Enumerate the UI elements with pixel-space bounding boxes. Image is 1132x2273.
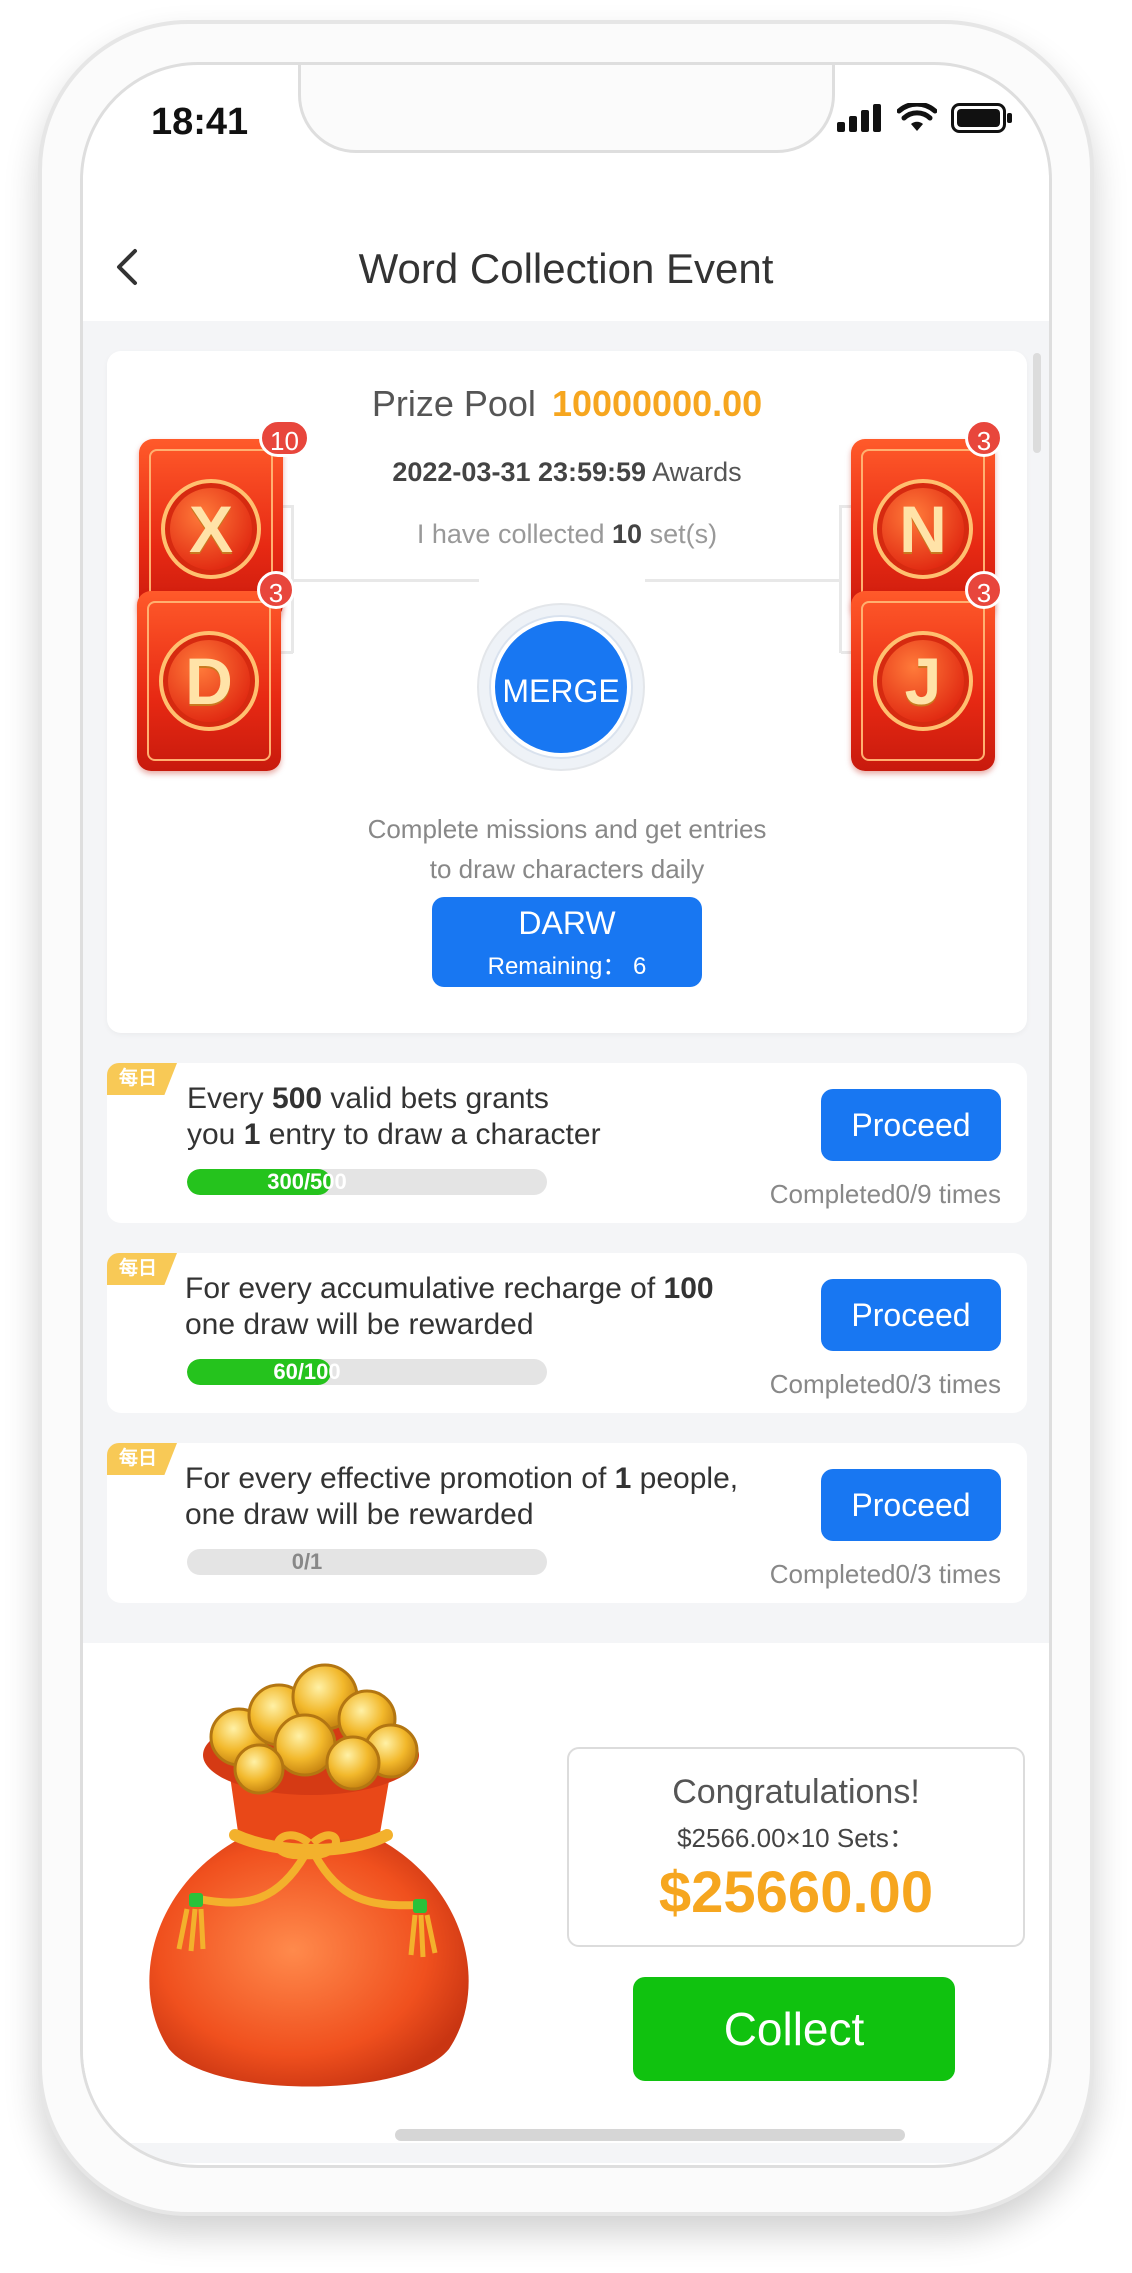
card-count-badge: 3 bbox=[965, 419, 1003, 457]
page-title: Word Collection Event bbox=[358, 245, 774, 292]
proceed-button[interactable]: Proceed bbox=[821, 1469, 1001, 1541]
status-icons bbox=[837, 103, 1013, 133]
card-letter: X bbox=[188, 492, 234, 566]
task-card: 每日 Every 500 valid bets grants you 1 ent… bbox=[107, 1063, 1027, 1223]
word-card-j[interactable]: J bbox=[851, 591, 995, 771]
notch bbox=[298, 65, 835, 153]
progress-bar: 60/100 bbox=[187, 1359, 547, 1385]
merge-button[interactable]: MERGE bbox=[491, 617, 631, 757]
task-text: valid bets grants bbox=[322, 1082, 549, 1115]
card-letter: J bbox=[904, 644, 942, 718]
proceed-button[interactable]: Proceed bbox=[821, 1089, 1001, 1161]
draw-button-label: DARW bbox=[518, 905, 616, 941]
prize-pool-value: 10000000.00 bbox=[551, 383, 763, 424]
task-text: Every bbox=[187, 1082, 273, 1115]
award-label: Awards bbox=[652, 457, 742, 487]
card-count-badge: 3 bbox=[965, 571, 1003, 609]
prize-card: Prize Pool 10000000.00 2022-03-31 23:59:… bbox=[107, 351, 1027, 1033]
congrats-sets: $2566.00×10 Sets： bbox=[677, 1823, 915, 1853]
draw-remaining-label: Remaining： bbox=[487, 953, 627, 980]
task-text: For every effective promotion of bbox=[185, 1462, 615, 1495]
task-number: 1 bbox=[614, 1462, 632, 1495]
task-card: 每日 For every effective promotion of 1 pe… bbox=[107, 1443, 1027, 1603]
task-number: 1 bbox=[243, 1118, 261, 1151]
prize-pool-label: Prize Pool bbox=[371, 383, 536, 424]
word-card-d[interactable]: D bbox=[137, 591, 281, 771]
mission-hint: Complete missions and get entries to dra… bbox=[107, 809, 1027, 889]
draw-remaining-count: 6 bbox=[633, 953, 647, 980]
task-description: For every accumulative recharge of 100 o… bbox=[185, 1271, 825, 1343]
prize-pool: Prize Pool 10000000.00 bbox=[107, 383, 1027, 425]
collected-suffix: set(s) bbox=[649, 519, 718, 549]
card-letter: N bbox=[899, 492, 947, 566]
task-text: one draw will be rewarded bbox=[185, 1498, 534, 1531]
task-card: 每日 For every accumulative recharge of 10… bbox=[107, 1253, 1027, 1413]
progress-bar: 300/500 bbox=[187, 1169, 547, 1195]
progress-label: 60/100 bbox=[273, 1359, 341, 1384]
collected-count: 10 bbox=[612, 519, 643, 549]
collected-prefix: I have collected bbox=[416, 519, 605, 549]
congrats-title: Congratulations! bbox=[672, 1773, 920, 1811]
money-bag-icon bbox=[149, 1663, 469, 2087]
task-text: one draw will be rewarded bbox=[185, 1308, 534, 1341]
draw-button[interactable]: DARW Remaining： 6 bbox=[432, 897, 702, 987]
progress-bar: 0/1 bbox=[187, 1549, 547, 1575]
status-time: 18:41 bbox=[151, 101, 249, 143]
scrollbar[interactable] bbox=[1033, 353, 1041, 453]
mission-hint-line: to draw characters daily bbox=[429, 854, 705, 884]
daily-tag: 每日 bbox=[107, 1443, 177, 1475]
connector-left-mid bbox=[293, 579, 479, 582]
home-indicator[interactable] bbox=[395, 2129, 905, 2141]
proceed-button[interactable]: Proceed bbox=[821, 1279, 1001, 1351]
task-number: 100 bbox=[663, 1272, 714, 1305]
card-count-badge: 3 bbox=[257, 571, 295, 609]
congrats-box: Congratulations! $2566.00×10 Sets： $2566… bbox=[567, 1747, 1025, 1947]
phone-screen: 18:41 Word Collection Event Prize Pool 1… bbox=[80, 62, 1052, 2168]
reward-section: Congratulations! $2566.00×10 Sets： $2566… bbox=[83, 1643, 1049, 2143]
wifi-icon bbox=[897, 103, 937, 131]
task-text: you bbox=[187, 1118, 244, 1151]
nav-bar: Word Collection Event bbox=[83, 175, 1049, 325]
battery-icon bbox=[951, 103, 1012, 133]
completed-count: Completed0/3 times bbox=[769, 1369, 1001, 1399]
task-description: Every 500 valid bets grants you 1 entry … bbox=[187, 1081, 807, 1153]
completed-count: Completed0/9 times bbox=[769, 1179, 1001, 1209]
card-letter: D bbox=[185, 644, 233, 718]
card-count-badge: 10 bbox=[259, 419, 310, 457]
award-date-value: 2022-03-31 23:59:59 bbox=[392, 457, 647, 487]
daily-tag: 每日 bbox=[107, 1253, 177, 1285]
draw-remaining: Remaining： 6 bbox=[432, 946, 702, 981]
progress-label: 0/1 bbox=[291, 1549, 323, 1574]
signal-icon bbox=[837, 104, 881, 132]
task-description: For every effective promotion of 1 peopl… bbox=[185, 1461, 835, 1533]
collect-button[interactable]: Collect bbox=[633, 1977, 955, 2081]
task-number: 500 bbox=[272, 1082, 323, 1115]
task-text: people, bbox=[631, 1462, 739, 1495]
task-text: entry to draw a character bbox=[260, 1118, 601, 1151]
task-text: For every accumulative recharge of bbox=[185, 1272, 664, 1305]
congrats-amount: $25660.00 bbox=[658, 1860, 934, 1925]
mission-hint-line: Complete missions and get entries bbox=[367, 814, 767, 844]
completed-count: Completed0/3 times bbox=[769, 1559, 1001, 1589]
daily-tag: 每日 bbox=[107, 1063, 177, 1095]
progress-label: 300/500 bbox=[267, 1169, 347, 1194]
content-area: Prize Pool 10000000.00 2022-03-31 23:59:… bbox=[83, 321, 1049, 2163]
connector-right-mid bbox=[645, 579, 841, 582]
